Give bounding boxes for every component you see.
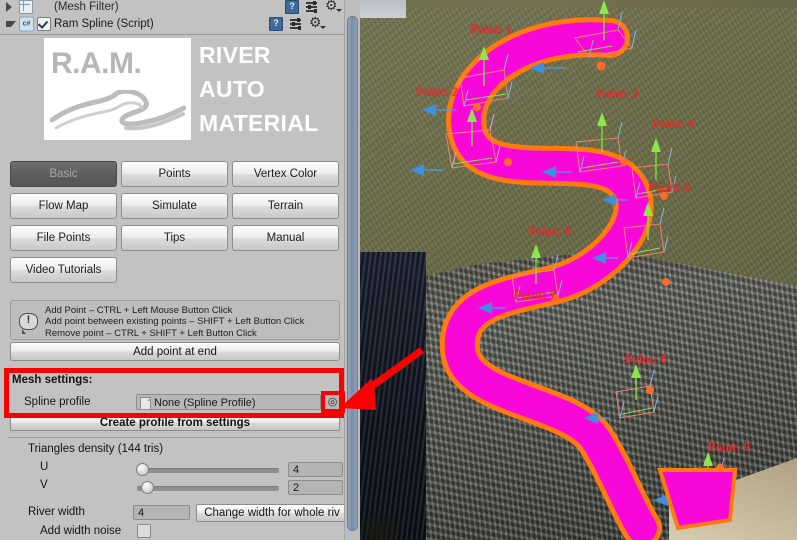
slider-value-v[interactable]: 2 bbox=[288, 480, 343, 495]
foldout-arrow-icon[interactable] bbox=[6, 2, 12, 12]
slider-knob-v[interactable] bbox=[141, 481, 154, 494]
help-box: Add Point – CTRL + Left Mouse Button Cli… bbox=[10, 300, 340, 340]
component-header-mesh-filter[interactable]: (Mesh Filter) bbox=[0, 0, 360, 15]
tab-flow-map[interactable]: Flow Map bbox=[10, 193, 117, 219]
mesh-filter-icon bbox=[19, 0, 33, 14]
slider-row-u: U 4 bbox=[0, 461, 360, 479]
button-row: Basic Points Vertex Color bbox=[10, 161, 342, 187]
tab-manual[interactable]: Manual bbox=[232, 225, 339, 251]
button-row: Flow Map Simulate Terrain bbox=[10, 193, 342, 219]
add-width-noise-checkbox[interactable] bbox=[137, 524, 151, 538]
button-row: File Points Tips Manual bbox=[10, 225, 342, 251]
mesh-settings-highlight bbox=[4, 368, 344, 418]
info-exclamation-icon bbox=[19, 312, 38, 334]
section-divider bbox=[8, 437, 342, 438]
gizmo-point-8 bbox=[584, 364, 659, 424]
add-width-noise-label: Add width noise bbox=[40, 525, 122, 537]
logo-mark-box: R.A.M. bbox=[44, 38, 191, 140]
point-label-2: Point: 2 bbox=[416, 85, 459, 99]
tab-points[interactable]: Points bbox=[121, 161, 228, 187]
change-width-whole-river-button[interactable]: Change width for whole riv bbox=[196, 504, 348, 522]
component-header-icons-top bbox=[285, 0, 342, 14]
scrollbar-thumb[interactable] bbox=[347, 16, 358, 531]
tab-tips[interactable]: Tips bbox=[121, 225, 228, 251]
point-label-3: Point: 3 bbox=[596, 87, 639, 101]
tab-button-grid: Basic Points Vertex Color Flow Map Simul… bbox=[10, 161, 342, 289]
river-width-field[interactable]: 4 bbox=[133, 505, 190, 520]
preset-icon[interactable] bbox=[290, 18, 303, 30]
button-row: Video Tutorials bbox=[10, 257, 342, 283]
component-title-mesh-filter: (Mesh Filter) bbox=[54, 1, 119, 13]
point-label-7: Point: 7 bbox=[514, 288, 557, 302]
river-mesh bbox=[460, 37, 642, 528]
help-line-add-between: Add point between existing points – SHIF… bbox=[45, 316, 305, 328]
slider-knob-u[interactable] bbox=[136, 463, 149, 476]
river-end-cap bbox=[657, 468, 738, 531]
logo-line-river: RIVER bbox=[199, 42, 271, 68]
triangles-density-label: Triangles density (144 tris) bbox=[28, 443, 164, 455]
help-book-icon[interactable] bbox=[269, 17, 283, 31]
slider-row-v: V 2 bbox=[0, 479, 360, 497]
slider-track-u[interactable] bbox=[137, 468, 279, 473]
help-box-text: Add Point – CTRL + Left Mouse Button Cli… bbox=[45, 305, 335, 339]
help-line-remove-point: Remove point – CTRL + SHIFT + Left Butto… bbox=[45, 327, 257, 339]
tab-vertex-color[interactable]: Vertex Color bbox=[232, 161, 339, 187]
tab-terrain[interactable]: Terrain bbox=[232, 193, 339, 219]
component-title-ram-spline: Ram Spline (Script) bbox=[54, 18, 154, 30]
ram-logo: R.A.M. RIVER AUTO MATERIAL bbox=[44, 38, 319, 140]
logo-line-auto: AUTO bbox=[199, 76, 265, 102]
slider-track-v[interactable] bbox=[137, 486, 279, 491]
inspector-panel: (Mesh Filter) c# Ram Spline (Script) R.A… bbox=[0, 0, 360, 540]
tab-file-points[interactable]: File Points bbox=[10, 225, 117, 251]
tab-basic[interactable]: Basic bbox=[10, 161, 117, 187]
slider-value-u[interactable]: 4 bbox=[288, 462, 343, 477]
spline-gizmo-overlay bbox=[410, 0, 738, 540]
gear-icon[interactable] bbox=[309, 15, 326, 30]
component-enabled-checkbox[interactable] bbox=[37, 17, 51, 31]
logo-line-material: MATERIAL bbox=[199, 110, 319, 136]
scene-viewport[interactable]: Point: 1 Point: 2 Point: 3 Point: 4 Poin… bbox=[360, 0, 797, 540]
point-label-4: Point: 4 bbox=[652, 117, 695, 131]
tab-simulate[interactable]: Simulate bbox=[121, 193, 228, 219]
help-line-add-point: Add Point – CTRL + Left Mouse Button Cli… bbox=[45, 305, 233, 316]
preset-icon[interactable] bbox=[306, 1, 319, 13]
point-label-5: Point: 5 bbox=[648, 180, 691, 194]
logo-river-swoosh-icon bbox=[50, 90, 186, 134]
slider-label-u: U bbox=[40, 461, 49, 473]
slider-label-v: V bbox=[40, 479, 48, 491]
component-header-ram-spline[interactable]: c# Ram Spline (Script) bbox=[0, 14, 344, 35]
help-book-icon[interactable] bbox=[285, 0, 299, 14]
logo-ram-text: R.A.M. bbox=[51, 47, 142, 80]
river-width-label: River width bbox=[28, 506, 85, 518]
point-label-8: Point: 8 bbox=[625, 352, 668, 366]
gear-icon[interactable] bbox=[325, 0, 342, 13]
point-label-9: Point: 9 bbox=[708, 440, 751, 454]
point-label-6: Point: 6 bbox=[529, 224, 572, 238]
point-label-1: Point: 1 bbox=[470, 22, 513, 36]
add-point-at-end-button[interactable]: Add point at end bbox=[10, 342, 340, 361]
tab-video-tutorials[interactable]: Video Tutorials bbox=[10, 257, 117, 283]
logo-wordmark: RIVER AUTO MATERIAL bbox=[199, 38, 319, 140]
component-header-icons bbox=[269, 14, 326, 34]
foldout-arrow-open-icon[interactable] bbox=[6, 21, 16, 27]
cs-script-icon: c# bbox=[19, 16, 34, 32]
vertical-scrollbar[interactable] bbox=[344, 0, 360, 540]
red-pointer-arrow bbox=[340, 347, 425, 410]
unity-editor-screenshot: (Mesh Filter) c# Ram Spline (Script) R.A… bbox=[0, 0, 797, 540]
